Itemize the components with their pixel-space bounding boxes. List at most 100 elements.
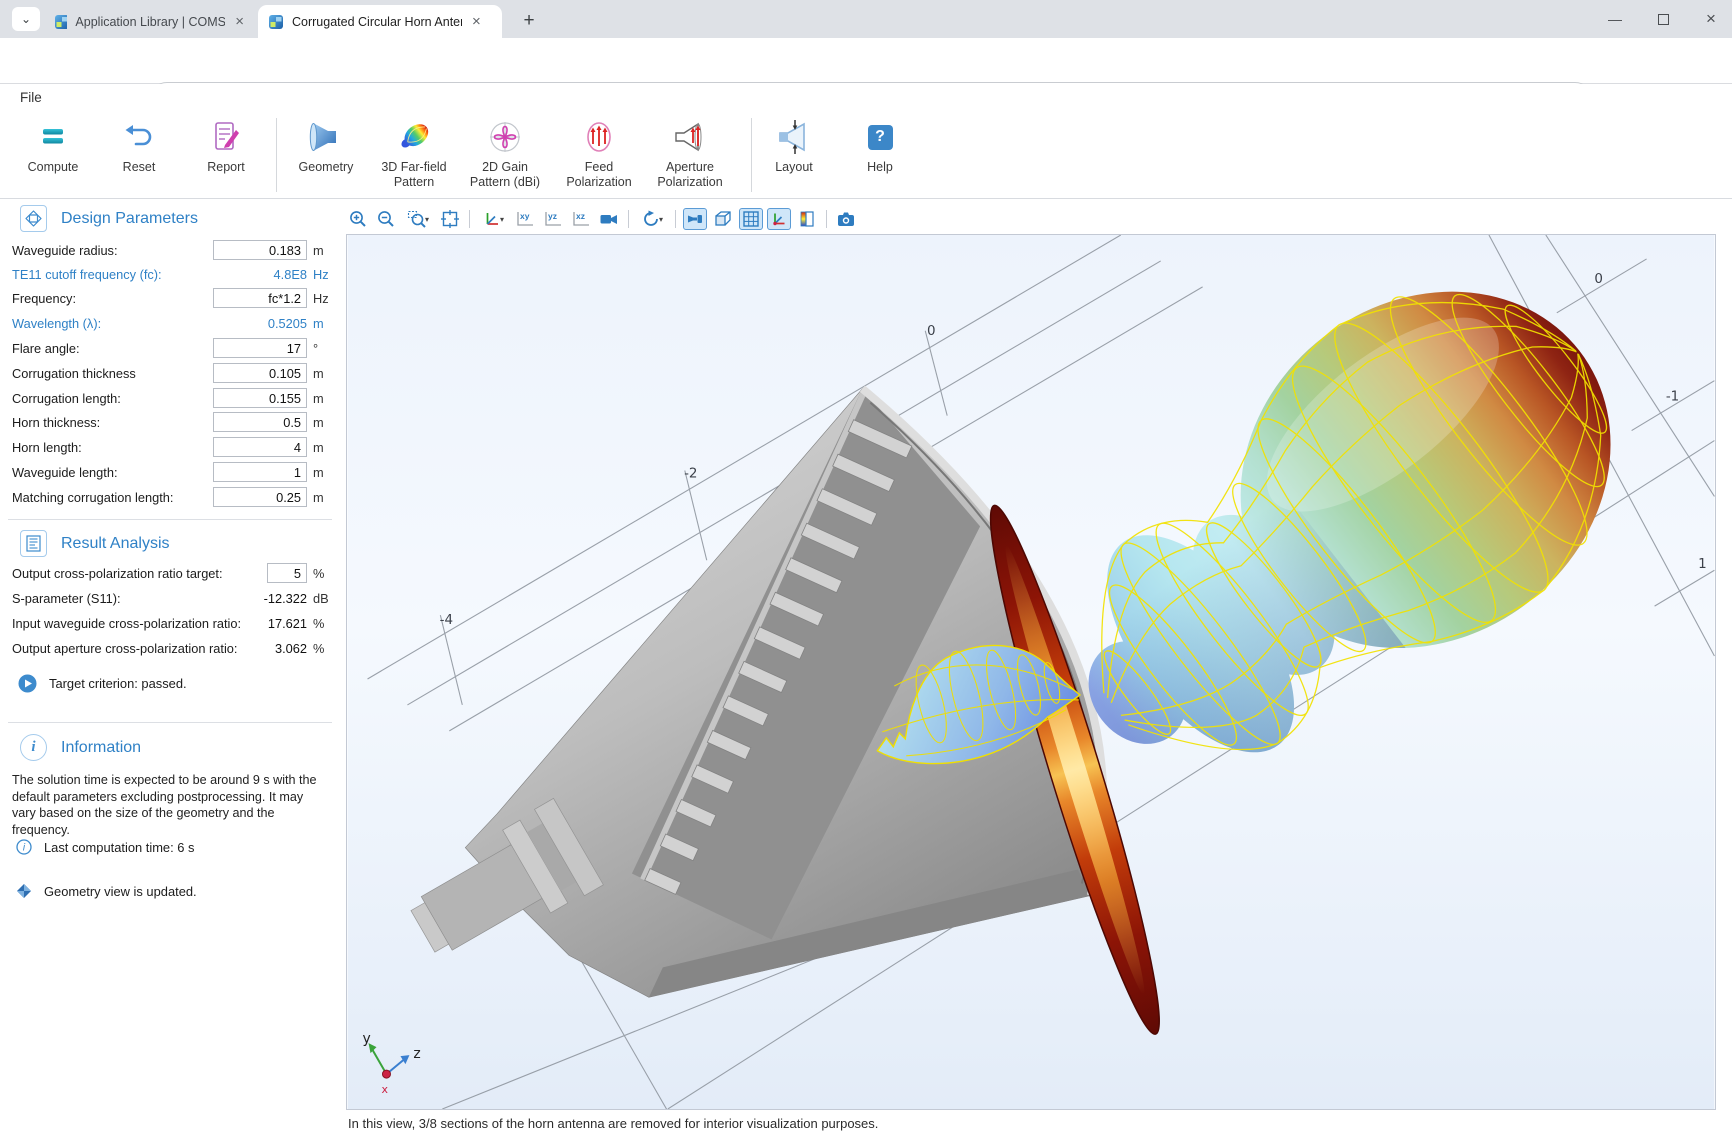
axis-label: 1: [1698, 557, 1707, 572]
result-row: Output cross-polarization ratio target: …: [0, 562, 340, 586]
screenshot-icon[interactable]: [834, 208, 858, 230]
parameter-label: TE11 cutoff frequency (fc):: [12, 267, 162, 282]
unit-label: Hz: [313, 267, 329, 282]
horn-thickness-input[interactable]: [213, 412, 307, 432]
reset-button[interactable]: Reset: [91, 114, 187, 196]
close-icon[interactable]: ×: [233, 13, 246, 30]
zoom-box-icon[interactable]: ▾: [402, 208, 434, 230]
parameter-row: Horn length: m: [0, 436, 340, 460]
view-xy-button[interactable]: xy: [513, 208, 537, 230]
button-label: Report: [207, 160, 245, 175]
geometry-diamond-icon: [16, 883, 32, 899]
window-close-button[interactable]: ×: [1688, 0, 1732, 38]
close-icon[interactable]: ×: [470, 13, 483, 30]
rotate-icon[interactable]: ▾: [636, 208, 668, 230]
axis-label: -4: [440, 613, 453, 628]
horn-length-input[interactable]: [213, 437, 307, 457]
matching-corrugation-length-input[interactable]: [213, 487, 307, 507]
window-maximize-button[interactable]: [1640, 0, 1686, 38]
help-button[interactable]: ? Help: [832, 114, 928, 196]
new-tab-button[interactable]: +: [516, 8, 542, 34]
tab-corrugated-horn[interactable]: Corrugated Circular Horn Anten ×: [258, 5, 502, 38]
result-label: S-parameter (S11):: [12, 591, 121, 606]
frequency-input[interactable]: [213, 288, 307, 308]
aperture-polarization-button[interactable]: Aperture Polarization: [642, 114, 738, 196]
zoom-out-icon[interactable]: [374, 208, 398, 230]
grid-toggle[interactable]: [739, 208, 763, 230]
window-minimize-button[interactable]: —: [1592, 0, 1638, 38]
camera-view-icon[interactable]: [597, 208, 621, 230]
axis-label: -2: [684, 466, 697, 481]
graphics-toolbar: ▾ ▾ xy yz xz ▾: [346, 206, 858, 232]
section-separator: [8, 722, 332, 723]
parameter-label: Matching corrugation length:: [12, 490, 173, 505]
file-menu[interactable]: File: [14, 88, 48, 107]
last-computation-line: i Last computation time: 6 s: [16, 839, 194, 855]
button-label: 3D Far-field Pattern: [370, 160, 458, 190]
unit-label: m: [313, 415, 324, 430]
unit-label: °: [313, 341, 318, 356]
parameter-row: Flare angle: °: [0, 337, 340, 361]
default-view-icon[interactable]: ▾: [477, 208, 509, 230]
parameter-label: Corrugation length:: [12, 391, 121, 406]
button-label: 2D Gain Pattern (dBi): [461, 160, 549, 190]
unit-label: Hz: [313, 291, 329, 306]
button-label: Compute: [28, 160, 79, 175]
color-legend-toggle[interactable]: [795, 208, 819, 230]
gain-pattern-button[interactable]: 2D Gain Pattern (dBi): [457, 114, 553, 196]
tab-application-library[interactable]: Application Library | COMSOL S ×: [44, 5, 256, 38]
unit-label: m: [313, 440, 324, 455]
close-icon: ×: [1706, 9, 1716, 29]
result-label: Output cross-polarization ratio target:: [12, 566, 223, 581]
parameter-label: Horn thickness:: [12, 415, 100, 430]
far-field-pattern-button[interactable]: 3D Far-field Pattern: [366, 114, 462, 196]
tab-title: Application Library | COMSOL S: [75, 15, 225, 29]
plane-label: xz: [576, 211, 585, 221]
view-yz-button[interactable]: yz: [541, 208, 565, 230]
triad-x-label: x: [381, 1083, 388, 1096]
minimize-icon: —: [1608, 11, 1622, 27]
button-label: Reset: [123, 160, 156, 175]
information-paragraph: The solution time is expected to be arou…: [12, 772, 326, 839]
cross-pol-target-input[interactable]: [267, 563, 307, 583]
app-ribbon: Compute Reset Report Geometry 3D Far-fie…: [0, 110, 1732, 199]
unit-label: m: [313, 465, 324, 480]
transparency-toggle[interactable]: [711, 208, 735, 230]
parameter-row: Wavelength (λ): 0.5205 m: [0, 312, 340, 336]
axes-toggle[interactable]: [767, 208, 791, 230]
2d-gain-icon: [486, 114, 524, 160]
layout-button[interactable]: Layout: [746, 114, 842, 196]
zoom-in-icon[interactable]: [346, 208, 370, 230]
app-menu-bar: File: [0, 84, 1732, 110]
status-text: Last computation time: 6 s: [44, 840, 194, 855]
view-xz-button[interactable]: xz: [569, 208, 593, 230]
scene-light-toggle[interactable]: [683, 208, 707, 230]
graphics-canvas[interactable]: 0 -2 -4 0 -1 1: [346, 234, 1716, 1110]
corrugation-length-input[interactable]: [213, 388, 307, 408]
plus-icon: +: [523, 10, 534, 32]
comsol-favicon: [54, 14, 67, 30]
corrugation-thickness-input[interactable]: [213, 363, 307, 383]
design-parameters-header: Design Parameters: [20, 205, 198, 232]
zoom-extents-icon[interactable]: [438, 208, 462, 230]
button-label: Aperture Polarization: [646, 160, 734, 190]
compute-button[interactable]: Compute: [5, 114, 101, 196]
geometry-updated-line: Geometry view is updated.: [16, 883, 197, 899]
geometry-button[interactable]: Geometry: [278, 114, 374, 196]
report-button[interactable]: Report: [178, 114, 274, 196]
feed-polarization-icon: [580, 114, 618, 160]
feed-polarization-button[interactable]: Feed Polarization: [551, 114, 647, 196]
toolbar-divider: [469, 210, 470, 228]
parameter-row: TE11 cutoff frequency (fc): 4.8E8 Hz: [0, 263, 340, 287]
result-row: Output aperture cross-polarization ratio…: [0, 637, 340, 661]
aperture-polarization-icon: [671, 114, 709, 160]
information-header: i Information: [20, 734, 141, 761]
waveguide-radius-input[interactable]: [213, 240, 307, 260]
design-parameters-icon: [20, 205, 47, 232]
parameter-label: Flare angle:: [12, 341, 80, 356]
waveguide-length-input[interactable]: [213, 462, 307, 482]
tab-search-button[interactable]: ⌄: [12, 7, 40, 31]
flare-angle-input[interactable]: [213, 338, 307, 358]
section-separator: [8, 519, 332, 520]
toolbar-divider: [826, 210, 827, 228]
